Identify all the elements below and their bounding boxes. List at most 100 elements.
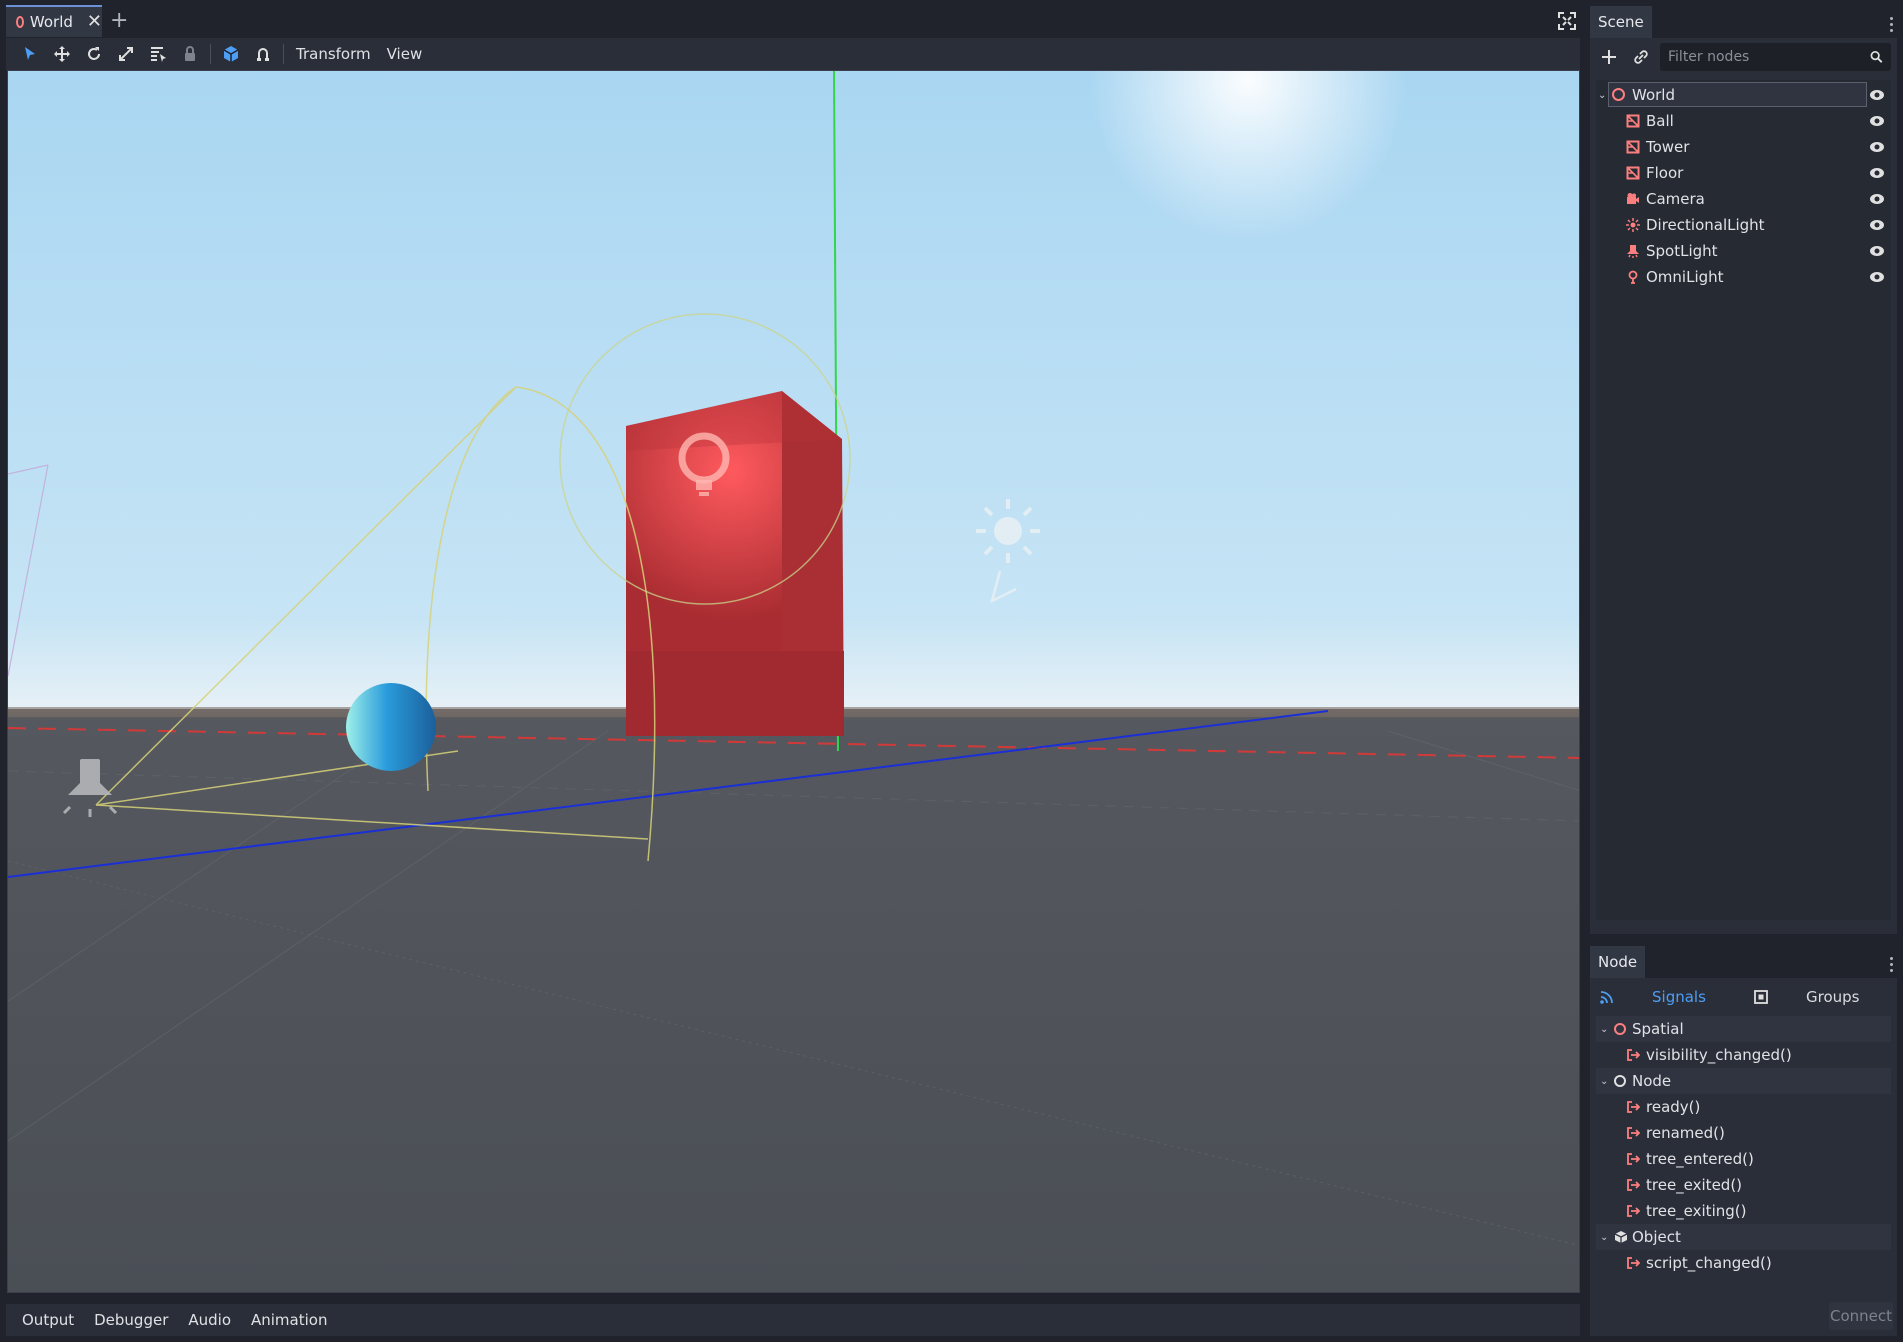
plus-icon (1602, 50, 1616, 64)
chevron-down-icon[interactable]: ⌄ (1600, 1076, 1608, 1087)
signal-label: tree_exited() (1646, 1176, 1743, 1194)
scene-tree-item-spotlight[interactable]: SpotLight (1596, 238, 1891, 264)
scene-tools (1590, 38, 1897, 76)
node-dock: Node Signals Groups ⌄ Spatial visibility… (1590, 946, 1897, 1336)
chevron-down-icon[interactable]: ⌄ (1600, 1232, 1608, 1243)
transform-menu[interactable]: Transform (288, 40, 379, 68)
directional-light-icon (1626, 218, 1640, 232)
spot-light-pool (98, 809, 398, 837)
animation-tab[interactable]: Animation (243, 1311, 335, 1329)
scene-tab-world[interactable]: World ✕ (6, 5, 102, 37)
signal-out-icon (1627, 1049, 1640, 1061)
select-cursor-icon (25, 47, 35, 60)
instance-scene-button[interactable] (1628, 44, 1654, 70)
move-tool[interactable] (46, 40, 78, 68)
view-menu[interactable]: View (379, 40, 431, 68)
snap-tool[interactable] (247, 40, 279, 68)
audio-tab[interactable]: Audio (180, 1311, 239, 1329)
scale-icon (119, 47, 133, 61)
scene-dock-tab[interactable]: Scene (1590, 6, 1652, 38)
mesh-instance-icon (1626, 114, 1640, 128)
3d-viewport[interactable] (7, 70, 1580, 1293)
signal-item[interactable]: visibility_changed() (1596, 1042, 1891, 1068)
filter-nodes-input[interactable] (1668, 49, 1870, 65)
node-label: World (1632, 86, 1675, 104)
signal-section-node[interactable]: ⌄ Node (1596, 1068, 1891, 1094)
lock-icon (185, 46, 195, 61)
node-dock-tab[interactable]: Node (1590, 946, 1646, 978)
dock-menu-icon[interactable] (1890, 954, 1893, 975)
list-select-icon (151, 47, 166, 62)
node-label: SpotLight (1646, 242, 1718, 260)
signal-item[interactable]: renamed() (1596, 1120, 1891, 1146)
groups-icon (1754, 990, 1768, 1004)
add-node-button[interactable] (1596, 44, 1622, 70)
scene-dock: Scene ⌄ World Ball (1590, 6, 1897, 934)
add-tab-icon[interactable]: + (110, 8, 128, 33)
scene-tree-item-omnilight[interactable]: OmniLight (1596, 264, 1891, 290)
close-icon[interactable]: ✕ (87, 13, 102, 31)
search-icon (1870, 50, 1883, 63)
output-tab[interactable]: Output (14, 1311, 82, 1329)
scene-tree-item-floor[interactable]: Floor (1596, 160, 1891, 186)
signals-tab[interactable]: Signals (1652, 988, 1706, 1006)
spatial-icon (1614, 1023, 1626, 1035)
object-icon (1614, 1231, 1628, 1243)
move-icon (54, 46, 70, 62)
scene-tree-item-tower[interactable]: Tower (1596, 134, 1891, 160)
node-label: Ball (1646, 112, 1674, 130)
scene-tree-item-directionallight[interactable]: DirectionalLight (1596, 212, 1891, 238)
visibility-icon[interactable] (1869, 167, 1885, 179)
scale-tool[interactable] (110, 40, 142, 68)
mesh-instance-icon (1626, 140, 1640, 154)
visibility-icon[interactable] (1869, 219, 1885, 231)
signals-tree: ⌄ Spatial visibility_changed() ⌄ Node re… (1596, 1016, 1891, 1276)
signal-item[interactable]: ready() (1596, 1094, 1891, 1120)
node-dock-header: Node (1590, 946, 1897, 978)
signal-section-object[interactable]: ⌄ Object (1596, 1224, 1891, 1250)
debugger-tab[interactable]: Debugger (86, 1311, 176, 1329)
spatial-icon (16, 16, 24, 28)
local-space-tool[interactable] (215, 40, 247, 68)
visibility-icon[interactable] (1869, 245, 1885, 257)
connect-button[interactable]: Connect (1829, 1302, 1893, 1330)
chevron-down-icon[interactable]: ⌄ (1600, 1024, 1608, 1035)
scene-tab-label: World (29, 13, 73, 31)
scene-tree: ⌄ World Ball Tower Floor Camera Directio… (1596, 80, 1891, 920)
floor (8, 709, 1579, 1292)
signal-item[interactable]: tree_exiting() (1596, 1198, 1891, 1224)
groups-tab[interactable]: Groups (1806, 988, 1859, 1006)
signal-label: script_changed() (1646, 1254, 1772, 1272)
scene-tree-item-world[interactable]: ⌄ World (1596, 82, 1891, 108)
list-select-tool[interactable] (142, 40, 174, 68)
filter-nodes-field[interactable] (1660, 43, 1891, 71)
signal-item[interactable]: script_changed() (1596, 1250, 1891, 1276)
visibility-icon[interactable] (1869, 115, 1885, 127)
scene-tree-item-ball[interactable]: Ball (1596, 108, 1891, 134)
signal-out-icon (1627, 1101, 1640, 1113)
visibility-icon[interactable] (1869, 89, 1885, 101)
scene-tree-item-camera[interactable]: Camera (1596, 186, 1891, 212)
section-label: Object (1632, 1228, 1681, 1246)
signal-section-spatial[interactable]: ⌄ Spatial (1596, 1016, 1891, 1042)
rotate-tool[interactable] (78, 40, 110, 68)
scene-dock-header: Scene (1590, 6, 1897, 38)
camera-icon (1627, 193, 1639, 204)
visibility-icon[interactable] (1869, 193, 1885, 205)
link-icon (1634, 50, 1648, 64)
visibility-icon[interactable] (1869, 141, 1885, 153)
viewport-render (8, 71, 1579, 1292)
lock-tool[interactable] (174, 40, 206, 68)
dock-menu-icon[interactable] (1890, 14, 1893, 35)
chevron-down-icon[interactable]: ⌄ (1598, 90, 1608, 101)
visibility-icon[interactable] (1869, 271, 1885, 283)
fullscreen-icon[interactable] (1558, 12, 1576, 30)
signal-item[interactable]: tree_entered() (1596, 1146, 1891, 1172)
section-label: Spatial (1632, 1020, 1684, 1038)
node-label: Camera (1646, 190, 1705, 208)
spatial-icon (1612, 88, 1625, 101)
snap-icon (257, 48, 269, 61)
signal-item[interactable]: tree_exited() (1596, 1172, 1891, 1198)
select-tool[interactable] (14, 40, 46, 68)
signal-label: ready() (1646, 1098, 1701, 1116)
